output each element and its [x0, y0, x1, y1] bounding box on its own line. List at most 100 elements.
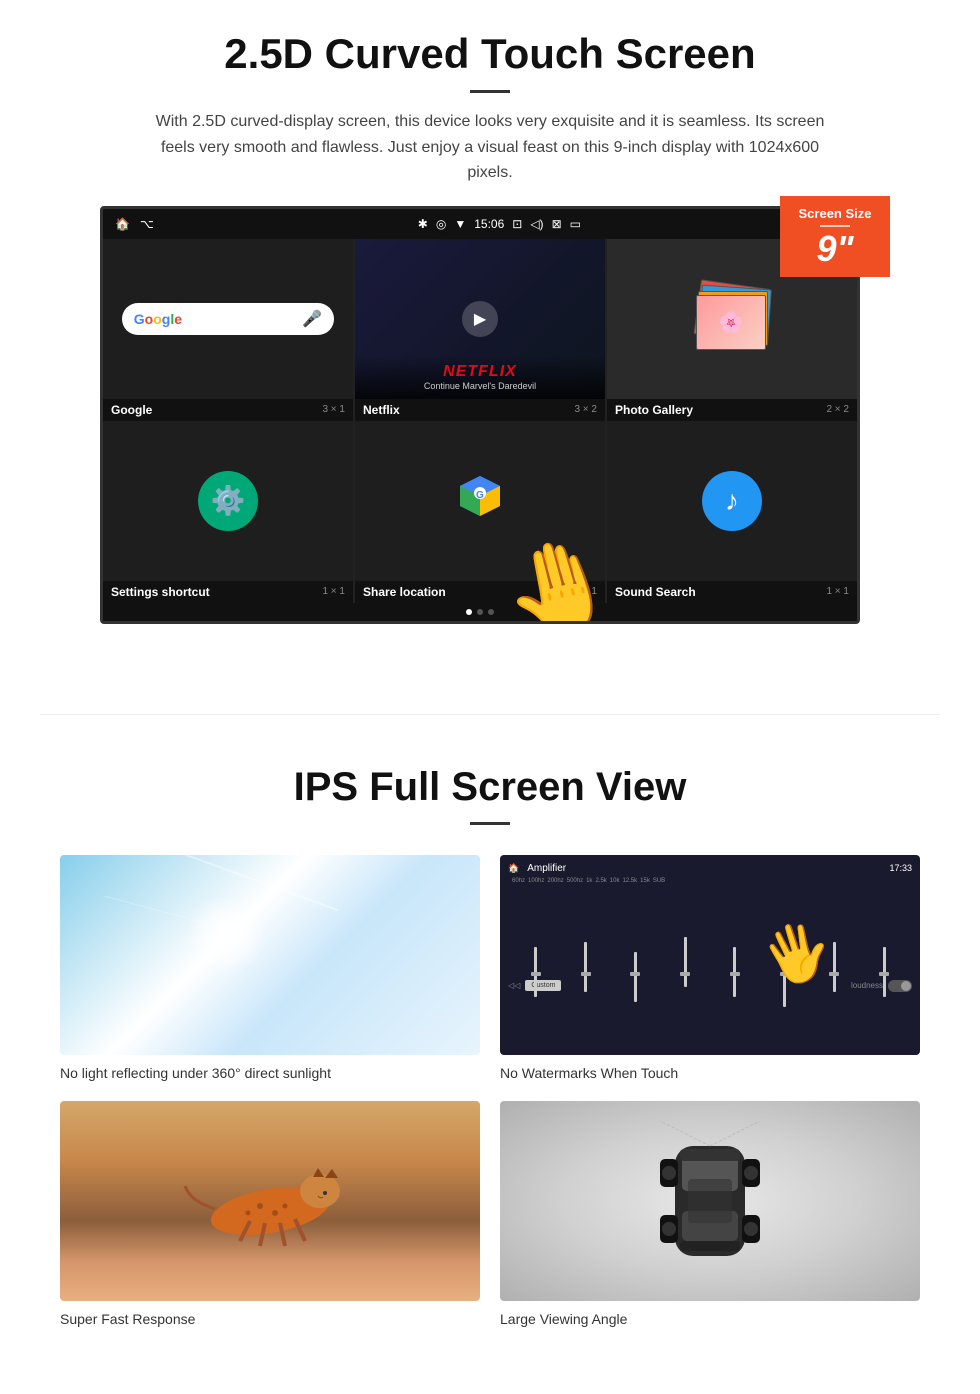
share-location-tile[interactable]: G 🤚 [355, 421, 605, 581]
netflix-label: Netflix 3 × 2 [355, 399, 605, 421]
music-icon: ♪ [702, 471, 762, 531]
sound-size: 1 × 1 [826, 586, 849, 597]
bar-track-3 [634, 952, 637, 1002]
netflix-overlay: NETFLIX Continue Marvel's Daredevil [355, 355, 605, 399]
section2-divider [470, 822, 510, 825]
app-grid-row2: ⚙️ G [103, 421, 857, 581]
status-left: 🏠 ⌥ [115, 217, 154, 231]
eq-bar-4 [661, 937, 709, 976]
pagination-dots [103, 603, 857, 621]
volume-icon: ◁) [530, 217, 543, 231]
bar-handle-5 [730, 972, 740, 976]
sound-search-tile[interactable]: ♪ [607, 421, 857, 581]
camera-icon: ⊡ [512, 217, 522, 231]
eq-bar-8 [860, 947, 908, 976]
badge-divider [820, 225, 850, 227]
custom-button[interactable]: Custom [525, 980, 561, 991]
amp-header: 🏠 Amplifier 17:33 [508, 863, 912, 874]
google-logo: Google [134, 311, 182, 327]
svg-text:G: G [476, 490, 484, 501]
loudness-toggle[interactable] [888, 980, 912, 992]
sound-name: Sound Search [615, 585, 696, 599]
viewing-angle-label: Large Viewing Angle [500, 1311, 920, 1327]
sky-image [60, 855, 480, 1055]
car-svg [630, 1121, 790, 1281]
sky-background [60, 855, 480, 1055]
android-screen: 🏠 ⌥ ✱ ◎ ▼ 15:06 ⊡ ◁) ⊠ ▭ [100, 206, 860, 624]
badge-size: 9" [788, 231, 882, 267]
gallery-size: 2 × 2 [826, 404, 849, 415]
bar-track-2 [584, 942, 587, 992]
section-curved-screen: 2.5D Curved Touch Screen With 2.5D curve… [0, 0, 980, 704]
bar-handle-4 [680, 972, 690, 976]
dot-2 [477, 609, 483, 615]
screen-size-badge: Screen Size 9" [780, 196, 890, 277]
no-watermarks-label: No Watermarks When Touch [500, 1065, 920, 1081]
cheetah-image [60, 1101, 480, 1301]
amp-bottom: ◁◁ Custom loudness [508, 980, 912, 992]
google-name: Google [111, 403, 152, 417]
cheetah-bg [60, 1101, 480, 1301]
bar-handle-8 [879, 972, 889, 976]
bluetooth-icon: ✱ [418, 217, 428, 231]
amplifier-image: 🏠 Amplifier 17:33 60hz100hz200hz500hz1k2… [500, 855, 920, 1055]
cheetah-svg [170, 1141, 370, 1261]
x-icon: ⊠ [552, 217, 562, 231]
app-labels-row2: Settings shortcut 1 × 1 Share location 1… [103, 581, 857, 603]
dot-1 [466, 609, 472, 615]
netflix-subtitle: Continue Marvel's Daredevil [363, 381, 597, 391]
feature-viewing-angle: Large Viewing Angle [500, 1101, 920, 1327]
sun-glare [186, 895, 266, 975]
settings-app-tile[interactable]: ⚙️ [103, 421, 353, 581]
app-grid-row1: Google 🎤 ▶ NETFLIX Continue Marvel's Dar… [103, 239, 857, 399]
car-bg [500, 1101, 920, 1301]
bar-handle-1 [531, 972, 541, 976]
screen-container: Screen Size 9" 🏠 ⌥ ✱ ◎ ▼ 15:06 [60, 206, 920, 624]
gallery-name: Photo Gallery [615, 403, 693, 417]
mic-icon[interactable]: 🎤 [302, 309, 322, 329]
wifi-icon: ▼ [454, 217, 466, 231]
dot-3 [488, 609, 494, 615]
settings-label: Settings shortcut 1 × 1 [103, 581, 353, 603]
maps-icon: G [455, 471, 505, 531]
section-ips-screen: IPS Full Screen View No light reflecting… [0, 725, 980, 1357]
google-size: 3 × 1 [322, 404, 345, 415]
status-time: 15:06 [474, 217, 504, 231]
eq-bar-1 [512, 947, 560, 976]
photo-stack: 🌸 [692, 279, 772, 359]
google-app-tile[interactable]: Google 🎤 [103, 239, 353, 399]
eq-bar-5 [711, 947, 759, 976]
bar-handle-3 [630, 972, 640, 976]
google-search-bar[interactable]: Google 🎤 [122, 303, 335, 335]
eq-bar-2 [562, 942, 610, 976]
window-icon: ▭ [570, 217, 581, 231]
title-divider [470, 90, 510, 93]
sound-label: Sound Search 1 × 1 [607, 581, 857, 603]
netflix-app-tile[interactable]: ▶ NETFLIX Continue Marvel's Daredevil [355, 239, 605, 399]
freq-labels: 60hz100hz200hz500hz1k2.5k10k12.5k15kSUB [508, 878, 912, 884]
status-center: ✱ ◎ ▼ 15:06 ⊡ ◁) ⊠ ▭ [154, 217, 845, 231]
gallery-label: Photo Gallery 2 × 2 [607, 399, 857, 421]
section1-title: 2.5D Curved Touch Screen [60, 30, 920, 78]
screen-wrapper: Screen Size 9" 🏠 ⌥ ✱ ◎ ▼ 15:06 [100, 206, 880, 624]
home-icon[interactable]: 🏠 [115, 217, 130, 231]
feature-fast-response: Super Fast Response [60, 1101, 480, 1327]
toggle-knob [901, 981, 911, 991]
section1-description: With 2.5D curved-display screen, this de… [140, 109, 840, 186]
features-grid: No light reflecting under 360° direct su… [60, 855, 920, 1327]
flower-icon: 🌸 [719, 310, 744, 335]
netflix-logo: NETFLIX [363, 363, 597, 381]
settings-size: 1 × 1 [322, 586, 345, 597]
status-bar: 🏠 ⌥ ✱ ◎ ▼ 15:06 ⊡ ◁) ⊠ ▭ [103, 209, 857, 239]
car-image [500, 1101, 920, 1301]
netflix-name: Netflix [363, 403, 400, 417]
photo-card-4: 🌸 [696, 295, 766, 350]
fast-response-label: Super Fast Response [60, 1311, 480, 1327]
no-light-label: No light reflecting under 360° direct su… [60, 1065, 480, 1081]
netflix-size: 3 × 2 [574, 404, 597, 415]
play-button[interactable]: ▶ [462, 301, 498, 337]
usb-icon: ⌥ [140, 217, 154, 231]
bar-handle-2 [581, 972, 591, 976]
settings-name: Settings shortcut [111, 585, 210, 599]
feature-no-light: No light reflecting under 360° direct su… [60, 855, 480, 1081]
